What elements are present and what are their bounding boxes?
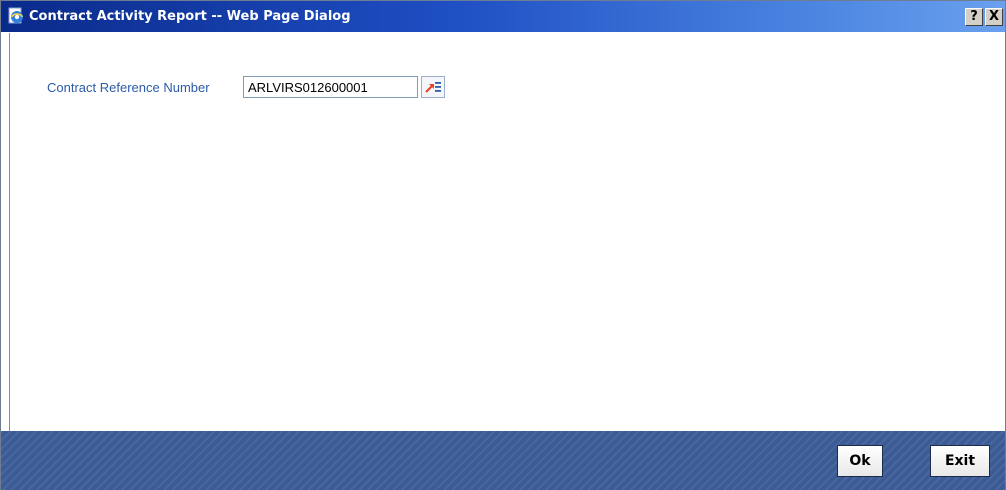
dialog-window: Contract Activity Report -- Web Page Dia…: [0, 0, 1006, 490]
window-title: Contract Activity Report -- Web Page Dia…: [29, 9, 351, 24]
exit-button[interactable]: Exit: [930, 445, 990, 477]
close-button[interactable]: X: [985, 8, 1003, 26]
list-of-values-icon: [425, 82, 441, 93]
ok-button[interactable]: Ok: [837, 445, 883, 477]
dialog-content: Contract Reference Number: [9, 33, 1001, 431]
list-of-values-button[interactable]: [421, 76, 445, 98]
contract-reference-input[interactable]: [243, 76, 418, 98]
title-bar[interactable]: Contract Activity Report -- Web Page Dia…: [1, 1, 1005, 32]
contract-reference-label: Contract Reference Number: [47, 80, 210, 95]
ie-page-icon: [7, 7, 25, 25]
button-footer: Ok Exit: [1, 431, 1005, 490]
help-button[interactable]: ?: [965, 8, 983, 26]
